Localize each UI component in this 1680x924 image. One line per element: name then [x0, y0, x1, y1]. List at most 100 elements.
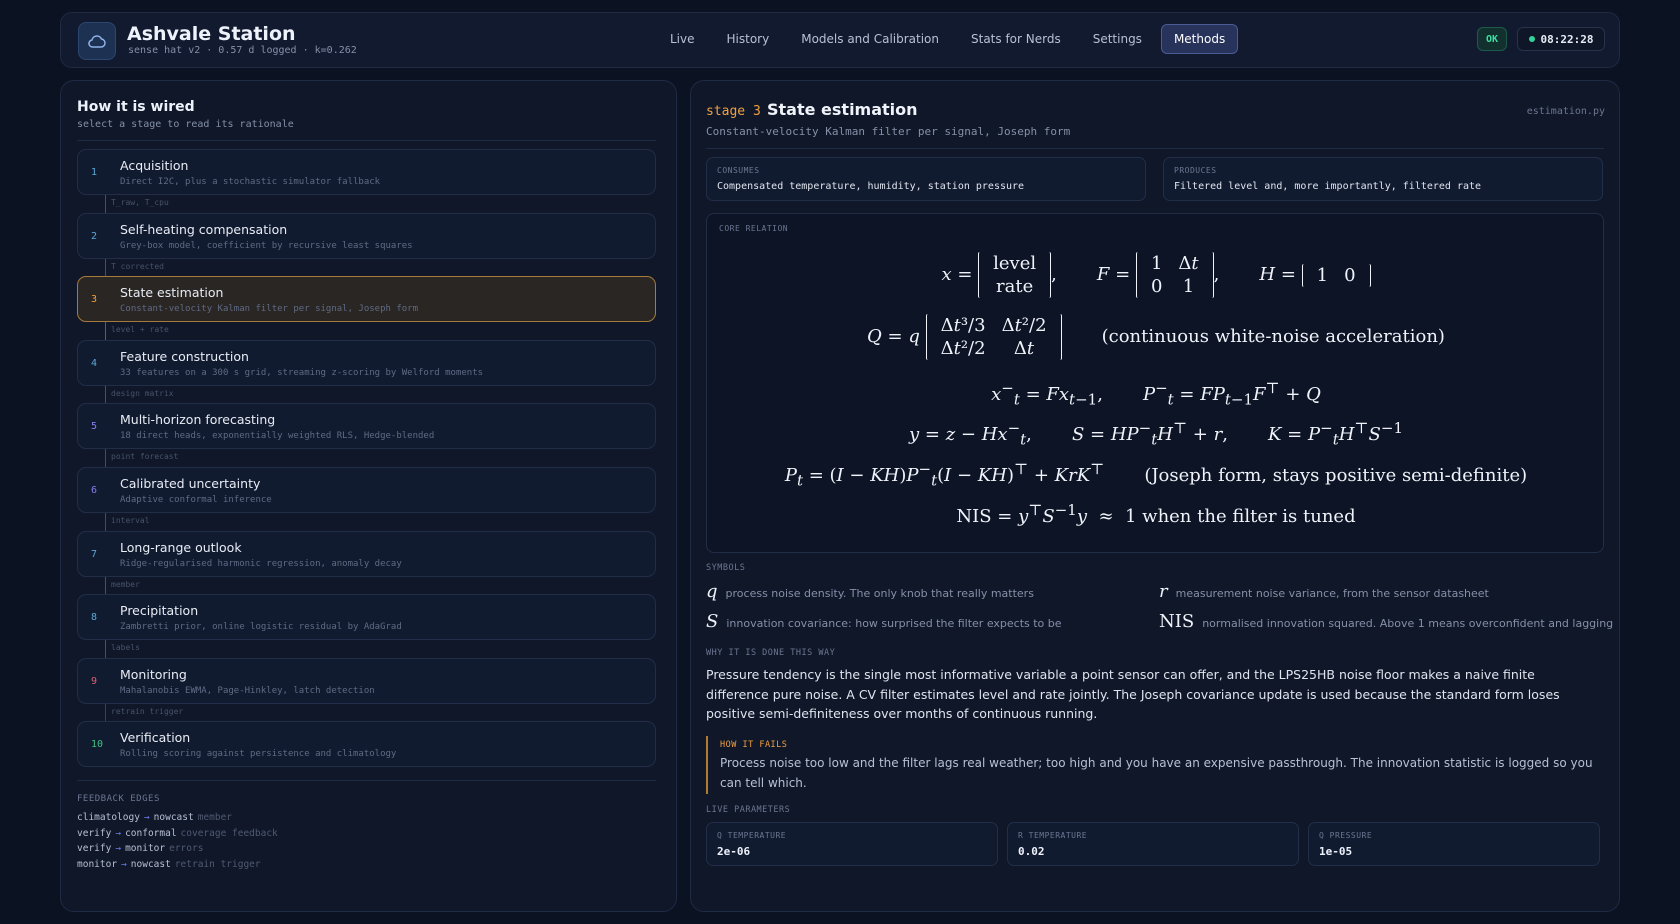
- symbol-key: r: [1159, 581, 1168, 602]
- arrow-right-icon: →: [143, 812, 150, 823]
- core-relation: CORE RELATION x = level rate, F = 1 Δt 0 1, …: [706, 213, 1604, 553]
- tab-stats-for-nerds[interactable]: Stats for Nerds: [958, 24, 1074, 54]
- stage-description: Zambretti prior, online logistic residua…: [120, 622, 402, 632]
- clock: 08:22:28: [1517, 27, 1605, 51]
- stage-connector: [105, 577, 106, 595]
- stage-number: 10: [91, 739, 104, 750]
- stage-item-6[interactable]: 6 Calibrated uncertainty Adaptive conforma…: [77, 467, 656, 513]
- edge-from: verify: [77, 843, 112, 854]
- stage-item-9[interactable]: 9 Monitoring Mahalanobis EWMA, Page-Hinkle…: [77, 658, 656, 704]
- joseph-update-equation: Pt = (I − KH)P−t(I − KH)⊤ + KrK⊤ (Joseph…: [784, 460, 1528, 490]
- connector-label: T_raw, T_cpu: [111, 198, 169, 207]
- stage-item-5[interactable]: 5 Multi-horizon forecasting 18 direct head…: [77, 403, 656, 449]
- stage-detail-panel: stage 3 State estimation estimation.py C…: [690, 80, 1620, 912]
- symbol-key: q: [706, 581, 718, 602]
- stage-item-10[interactable]: 10 Verification Rolling scoring against pe…: [77, 721, 656, 767]
- symbol-nis: NIS normalised innovation squared. Above…: [1159, 611, 1613, 632]
- param-value: 0.02: [1018, 845, 1045, 858]
- tab-settings[interactable]: Settings: [1080, 24, 1155, 54]
- stage-description: Ridge-regularised harmonic regression, a…: [120, 559, 402, 569]
- symbol-description: process noise density. The only knob tha…: [725, 587, 1034, 600]
- stage-tag: stage 3: [706, 104, 761, 119]
- symbol-description: normalised innovation squared. Above 1 m…: [1202, 617, 1614, 630]
- feedback-edges-heading: FEEDBACK EDGES: [77, 794, 160, 804]
- edge-from: verify: [77, 827, 112, 839]
- stage-description: Rolling scoring against persistence and …: [120, 749, 397, 759]
- joseph-note: (Joseph form, stays positive semi-defini…: [1144, 465, 1528, 486]
- symbol-r: r measurement noise variance, from the s…: [1159, 581, 1489, 602]
- pipeline-subtitle: select a stage to read its rationale: [77, 119, 294, 130]
- feedback-edge: verify → monitor errors: [77, 843, 203, 854]
- failure-mode-text: Process noise too low and the filter lag…: [720, 756, 1593, 790]
- stage-connector: [105, 640, 106, 658]
- stage-connector: [105, 449, 106, 467]
- connector-label: point forecast: [111, 452, 179, 461]
- produces-card: PRODUCES Filtered level and, more import…: [1163, 157, 1603, 201]
- stage-description: Constant-velocity Kalman filter per sign…: [120, 304, 419, 314]
- stage-number: 3: [91, 294, 98, 305]
- stage-item-8[interactable]: 8 Precipitation Zambretti prior, online lo…: [77, 594, 656, 640]
- arrow-right-icon: →: [115, 843, 122, 854]
- predict-equation: x−t = Fxt−1, P−t = FPt−1F⊤ + Q: [991, 379, 1321, 409]
- consumes-card: CONSUMES Compensated temperature, humidi…: [706, 157, 1146, 201]
- stage-description: Mahalanobis EWMA, Page-Hinkley, latch de…: [120, 686, 375, 696]
- stage-title: Monitoring: [120, 667, 187, 682]
- innovation-equation: y = z − Hx−t, S = HP−tH⊤ + r, K = P−tH⊤S…: [908, 419, 1403, 449]
- stage-item-1[interactable]: 1 Acquisition Direct I2C, plus a stochasti…: [77, 149, 656, 195]
- rationale-text: Pressure tendency is the single most inf…: [706, 667, 1560, 721]
- connector-label: T corrected: [111, 262, 164, 271]
- process-noise-note: (continuous white-noise acceleration): [1101, 326, 1445, 347]
- stage-number: 2: [91, 231, 98, 242]
- stage-description: Grey-box model, coefficient by recursive…: [120, 241, 413, 251]
- stage-description: Direct I2C, plus a stochastic simulator …: [120, 177, 381, 187]
- main-nav: Live History Models and Calibration Stat…: [657, 24, 1239, 54]
- state-equation: x = level rate, F = 1 Δt 0 1, H = 10: [707, 252, 1605, 298]
- symbols-heading: SYMBOLS: [706, 563, 746, 573]
- stage-title: Long-range outlook: [120, 540, 242, 555]
- process-noise-equation: Q = q Δt³/3 Δt²/2 Δt²/2 Δt (continuous whit…: [867, 314, 1445, 360]
- stage-number: 4: [91, 358, 98, 369]
- stage-title: Self-heating compensation: [120, 222, 288, 237]
- pipeline-title: How it is wired: [77, 99, 195, 115]
- stage-item-3[interactable]: 3 State estimation Constant-velocity Kalma…: [77, 276, 656, 322]
- stage-connector: [105, 259, 106, 277]
- param-r-temperature: R TEMPERATURE 0.02: [1007, 822, 1299, 866]
- tab-methods[interactable]: Methods: [1160, 24, 1239, 54]
- stage-item-4[interactable]: 4 Feature construction 33 features on a 30…: [77, 340, 656, 386]
- live-parameters-heading: LIVE PARAMETERS: [706, 805, 791, 815]
- connector-label: labels: [111, 643, 140, 652]
- tab-history[interactable]: History: [714, 24, 783, 54]
- edge-to: conformal: [125, 827, 177, 839]
- param-value: 2e-06: [717, 845, 751, 858]
- stage-connector: [105, 322, 106, 340]
- stage-title: Verification: [120, 730, 191, 745]
- rationale-heading: WHY IT IS DONE THIS WAY: [706, 648, 836, 658]
- edge-note: retrain trigger: [174, 858, 261, 870]
- core-relation-label: CORE RELATION: [719, 224, 789, 233]
- param-q-temperature: Q TEMPERATURE 2e-06: [706, 822, 998, 866]
- symbol-q: q process noise density. The only knob t…: [706, 581, 1034, 602]
- stage-item-7[interactable]: 7 Long-range outlook Ridge-regularised har…: [77, 531, 656, 577]
- stage-number: 6: [91, 485, 98, 496]
- app-subtitle: sense hat v2 · 0.57 d logged · k=0.262: [128, 45, 357, 56]
- stage-number: 5: [91, 421, 98, 432]
- stage-title: State estimation: [120, 285, 224, 300]
- arrow-right-icon: →: [115, 827, 122, 839]
- failure-mode-callout: HOW IT FAILS Process noise too low and t…: [706, 736, 1596, 794]
- stage-item-2[interactable]: 2 Self-heating compensation Grey-box model…: [77, 213, 656, 259]
- stage-subtitle: Constant-velocity Kalman filter per sign…: [706, 125, 1071, 138]
- stage-number: 1: [91, 167, 98, 178]
- connector-label: member: [111, 580, 140, 589]
- param-label: Q PRESSURE: [1319, 831, 1373, 840]
- consumes-value: Compensated temperature, humidity, stati…: [717, 181, 1025, 192]
- live-dot-icon: [1528, 36, 1535, 42]
- source-file: estimation.py: [1526, 106, 1605, 117]
- symbol-key: NIS: [1159, 611, 1195, 632]
- param-label: R TEMPERATURE: [1018, 831, 1088, 840]
- tab-models-and-calibration[interactable]: Models and Calibration: [788, 24, 952, 54]
- symbol-s: S innovation covariance: how surprised t…: [706, 611, 1062, 632]
- edge-to: nowcast: [153, 812, 194, 823]
- tab-live[interactable]: Live: [657, 24, 708, 54]
- connector-label: interval: [111, 516, 150, 525]
- nis-equation: NIS = y⊤S−1y ≈ 1 when the filter is tune…: [956, 501, 1356, 527]
